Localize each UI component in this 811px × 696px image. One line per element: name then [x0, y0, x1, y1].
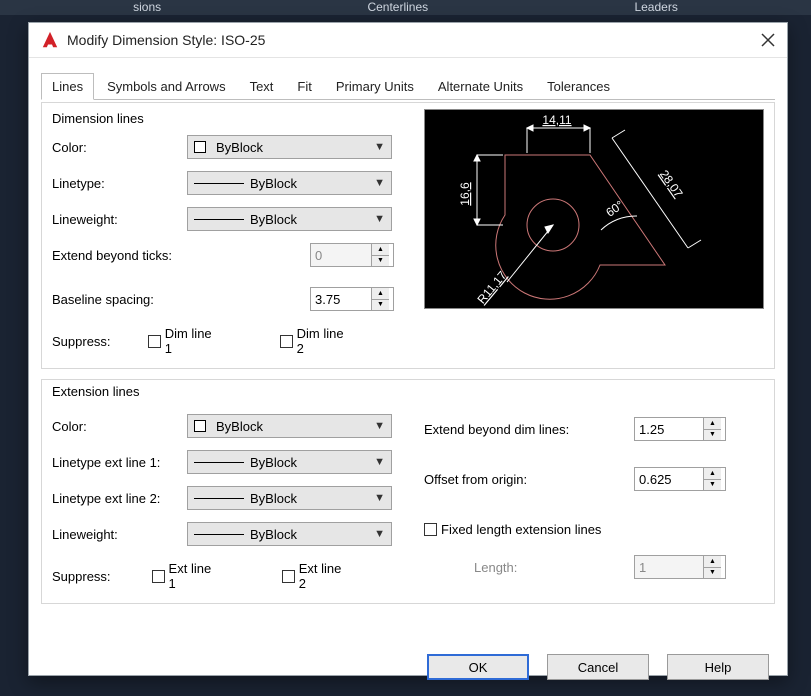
lineweight-dropdown[interactable]: ByBlock ▼	[187, 207, 392, 231]
tab-lines[interactable]: Lines	[41, 73, 94, 100]
dimension-lines-group: Dimension lines Color: ByBlock ▼ Linetyp…	[41, 102, 775, 369]
extend-ticks-label: Extend beyond ticks:	[52, 248, 310, 263]
length-spinner[interactable]: ▲▼	[634, 555, 726, 579]
ext-lt1-dropdown[interactable]: ByBlock ▼	[187, 450, 392, 474]
chevron-down-icon: ▼	[374, 420, 385, 432]
autocad-icon	[41, 31, 59, 49]
svg-text:28,07: 28,07	[657, 167, 686, 200]
spin-down-icon[interactable]: ▼	[372, 256, 389, 267]
spin-down-icon[interactable]: ▼	[704, 430, 721, 441]
suppress-extline2-checkbox[interactable]: Ext line 2	[282, 561, 352, 591]
ext-lw-label: Lineweight:	[52, 527, 187, 542]
baseline-label: Baseline spacing:	[52, 292, 310, 307]
linetype-label: Linetype:	[52, 176, 187, 191]
ext-beyond-input[interactable]	[635, 418, 703, 440]
tab-fit[interactable]: Fit	[286, 73, 322, 100]
tab-symbols-arrows[interactable]: Symbols and Arrows	[96, 73, 237, 100]
tab-strip: Lines Symbols and Arrows Text Fit Primar…	[41, 72, 775, 100]
chevron-down-icon: ▼	[374, 141, 385, 153]
offset-input[interactable]	[635, 468, 703, 490]
spin-up-icon[interactable]: ▲	[704, 418, 721, 430]
dialog-buttons: OK Cancel Help	[29, 654, 769, 680]
ext-beyond-label: Extend beyond dim lines:	[424, 422, 634, 437]
tab-tolerances[interactable]: Tolerances	[536, 73, 621, 100]
line-sample-icon	[194, 462, 244, 463]
chevron-down-icon: ▼	[374, 456, 385, 468]
dimension-preview: 14,11 16,6 28,07 60° R11,17	[424, 109, 764, 309]
lineweight-label: Lineweight:	[52, 212, 187, 227]
suppress-extline1-checkbox[interactable]: Ext line 1	[152, 561, 222, 591]
svg-text:60°: 60°	[603, 198, 626, 220]
line-sample-icon	[194, 219, 244, 220]
spin-down-icon[interactable]: ▼	[704, 480, 721, 491]
extend-ticks-input[interactable]	[311, 244, 371, 266]
line-sample-icon	[194, 534, 244, 535]
linetype-dropdown[interactable]: ByBlock ▼	[187, 171, 392, 195]
baseline-input[interactable]	[311, 288, 371, 310]
fixed-length-checkbox[interactable]: Fixed length extension lines	[424, 522, 601, 537]
ext-suppress-label: Suppress:	[52, 569, 152, 584]
ribbon-label: Centerlines	[367, 0, 428, 15]
group-title: Extension lines	[52, 384, 764, 399]
offset-label: Offset from origin:	[424, 472, 634, 487]
suppress-label: Suppress:	[52, 334, 148, 349]
ribbon-background: sions Centerlines Leaders	[0, 0, 811, 15]
close-icon[interactable]	[761, 33, 775, 47]
ext-color-dropdown[interactable]: ByBlock ▼	[187, 414, 392, 438]
ext-color-label: Color:	[52, 419, 187, 434]
dialog-title: Modify Dimension Style: ISO-25	[67, 32, 761, 48]
spin-down-icon[interactable]: ▼	[372, 300, 389, 311]
extension-lines-group: Extension lines Color: ByBlock ▼ Linetyp…	[41, 379, 775, 604]
suppress-dimline1-checkbox[interactable]: Dim line 1	[148, 326, 220, 356]
group-title: Dimension lines	[52, 111, 412, 126]
line-sample-icon	[194, 498, 244, 499]
spin-down-icon[interactable]: ▼	[704, 568, 721, 579]
chevron-down-icon: ▼	[374, 492, 385, 504]
spin-up-icon[interactable]: ▲	[372, 288, 389, 300]
svg-text:16,6: 16,6	[458, 182, 472, 206]
chevron-down-icon: ▼	[374, 528, 385, 540]
line-sample-icon	[194, 183, 244, 184]
dialog-titlebar: Modify Dimension Style: ISO-25	[29, 23, 787, 58]
suppress-dimline2-checkbox[interactable]: Dim line 2	[280, 326, 352, 356]
chevron-down-icon: ▼	[374, 177, 385, 189]
ribbon-label: sions	[133, 0, 161, 15]
ext-lt2-label: Linetype ext line 2:	[52, 491, 187, 506]
tab-alternate-units[interactable]: Alternate Units	[427, 73, 534, 100]
svg-text:R11,17: R11,17	[474, 268, 509, 306]
color-label: Color:	[52, 140, 187, 155]
ok-button[interactable]: OK	[427, 654, 529, 680]
ext-lt2-dropdown[interactable]: ByBlock ▼	[187, 486, 392, 510]
ext-lt1-label: Linetype ext line 1:	[52, 455, 187, 470]
help-button[interactable]: Help	[667, 654, 769, 680]
offset-spinner[interactable]: ▲▼	[634, 467, 726, 491]
chevron-down-icon: ▼	[374, 213, 385, 225]
length-label: Length:	[424, 560, 634, 575]
baseline-spinner[interactable]: ▲▼	[310, 287, 394, 311]
ext-beyond-spinner[interactable]: ▲▼	[634, 417, 726, 441]
svg-text:14,11: 14,11	[542, 113, 571, 127]
dimension-style-dialog: Modify Dimension Style: ISO-25 Lines Sym…	[28, 22, 788, 676]
spin-up-icon[interactable]: ▲	[704, 468, 721, 480]
color-swatch-icon	[194, 420, 206, 432]
spin-up-icon[interactable]: ▲	[372, 244, 389, 256]
extend-ticks-spinner[interactable]: ▲▼	[310, 243, 394, 267]
ext-lw-dropdown[interactable]: ByBlock ▼	[187, 522, 392, 546]
color-swatch-icon	[194, 141, 206, 153]
length-input[interactable]	[635, 556, 703, 578]
color-dropdown[interactable]: ByBlock ▼	[187, 135, 392, 159]
ribbon-label: Leaders	[634, 0, 677, 15]
tab-text[interactable]: Text	[239, 73, 285, 100]
cancel-button[interactable]: Cancel	[547, 654, 649, 680]
tab-primary-units[interactable]: Primary Units	[325, 73, 425, 100]
spin-up-icon[interactable]: ▲	[704, 556, 721, 568]
